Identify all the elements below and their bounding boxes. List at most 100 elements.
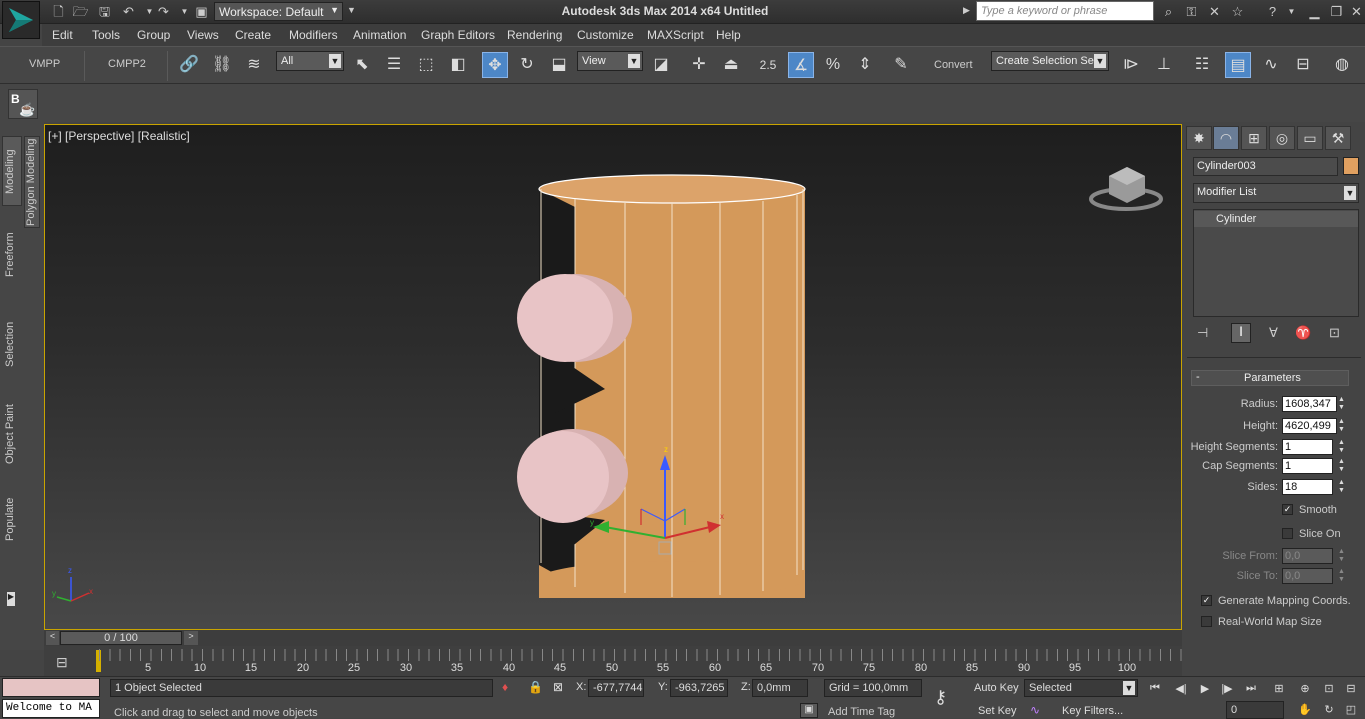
go-to-end-icon[interactable]: ⏭ [1242,682,1260,698]
search-input[interactable]: Type a keyword or phrase [976,1,1154,21]
menu-group[interactable]: Group [137,28,170,42]
help-dropdown-icon[interactable]: ▼ [1283,3,1300,20]
spinner-arrows-icon[interactable]: ▲ ▼ [1338,439,1347,455]
previous-frame-icon[interactable]: < [46,631,59,645]
align-icon[interactable]: ⊥ [1151,52,1177,78]
absolute-mode-icon[interactable]: ⊠ [553,680,563,694]
disc-top[interactable] [517,274,613,362]
set-key-button[interactable]: Set Key [978,705,1017,717]
current-frame-field[interactable]: 0 [1226,701,1284,719]
reference-coordinate-dropdown[interactable]: View ▼ [577,51,643,71]
spinner-arrows-icon[interactable]: ▲ ▼ [1338,458,1347,474]
menu-views[interactable]: Views [187,28,219,42]
convert-button[interactable]: Convert [934,59,973,71]
undo-icon[interactable]: ↶ [120,3,137,20]
menu-tools[interactable]: Tools [92,28,120,42]
select-and-link-icon[interactable]: 🔗 [176,52,202,78]
time-config-icon[interactable]: ⊞ [1270,682,1288,698]
remove-modifier-icon[interactable]: ♈ [1295,325,1311,341]
menu-animation[interactable]: Animation [353,28,406,42]
next-frame-icon[interactable]: > [184,631,198,645]
subscription-icon[interactable]: ⚿ [1183,3,1200,20]
close-icon[interactable]: ✕ [1348,3,1365,20]
object-name-field[interactable]: Cylinder003 [1193,157,1338,176]
minimize-icon[interactable]: ▁ [1306,3,1323,20]
time-tag-icon[interactable]: ▣ [800,703,818,718]
auto-key-button[interactable]: Auto Key [974,682,1019,694]
communication-icon[interactable]: ✕ [1206,3,1223,20]
unlink-selection-icon[interactable]: ⛓ [209,52,235,78]
ribbon-expand-icon[interactable]: ▶ [7,592,15,606]
menu-modifiers[interactable]: Modifiers [289,28,338,42]
key-curve-icon[interactable]: ∿ [1030,703,1040,717]
menu-edit[interactable]: Edit [52,28,73,42]
set-key-mode-icon[interactable]: ⚷ [934,687,947,708]
restore-icon[interactable]: ❐ [1328,3,1345,20]
ribbon-minimize-button[interactable]: B ☕ [8,89,38,119]
add-time-tag-button[interactable]: Add Time Tag [828,706,895,718]
maximize-viewport-icon[interactable]: ◰ [1342,703,1360,719]
redo-list-icon[interactable]: ▼ [176,3,193,20]
cylinder-cap[interactable] [538,174,806,204]
z-coord-field[interactable]: 0,0mm [752,679,808,697]
edit-named-selection-icon[interactable]: ✎ [888,52,914,78]
schematic-view-icon[interactable]: ⊟ [1290,52,1316,78]
parameters-rollout-header[interactable]: - Parameters [1191,370,1349,386]
select-and-move-icon[interactable]: ✥ [482,52,508,78]
binoculars-icon[interactable]: ⌕ [1160,3,1177,20]
create-tab-icon[interactable]: ✸ [1186,126,1212,150]
pan-icon[interactable]: ✋ [1296,703,1314,719]
angle-snap-icon[interactable]: ∡ [788,52,814,78]
menu-rendering[interactable]: Rendering [507,28,562,42]
bind-to-space-warp-icon[interactable]: ≋ [241,52,267,78]
spinner-arrows-icon[interactable]: ▲ ▼ [1338,479,1347,495]
stack-item-cylinder[interactable]: Cylinder [1194,211,1358,227]
height-spinner[interactable]: 4620,499 [1282,418,1337,434]
tab-freeform[interactable]: Freeform [4,227,20,282]
sides-spinner[interactable]: 18 [1282,479,1333,495]
slice-from-spinner[interactable]: 0,0 [1282,548,1333,564]
menu-create[interactable]: Create [235,28,271,42]
maxscript-mini-listener[interactable]: Welcome to MA [2,699,100,718]
display-tab-icon[interactable]: ▭ [1297,126,1323,150]
previous-key-icon[interactable]: ◀| [1172,682,1190,698]
project-folder-icon[interactable]: ▣ [193,3,210,20]
new-file-icon[interactable]: 🗋 [50,3,67,20]
configure-modifier-sets-icon[interactable]: ⊡ [1329,325,1340,341]
pin-stack-icon[interactable]: ⊣ [1197,325,1208,341]
tab-modeling[interactable]: Modeling [4,142,20,202]
zoom-all-icon[interactable]: ⊟ [1342,682,1360,698]
perspective-viewport[interactable]: [+] [Perspective] [Realistic] z x y z x … [44,124,1182,630]
select-object-icon[interactable]: ⬉ [349,52,375,78]
key-filters-button[interactable]: Key Filters... [1062,705,1123,717]
spinner-arrows-icon[interactable]: ▲ ▼ [1338,548,1347,564]
next-key-icon[interactable]: |▶ [1218,682,1236,698]
select-and-rotate-icon[interactable]: ↻ [514,52,540,78]
snaps-toggle-icon[interactable]: 2.5 [755,52,781,78]
spinner-snap-icon[interactable]: ⇕ [852,52,878,78]
material-editor-icon[interactable]: ◍ [1329,52,1355,78]
workspace-dropdown[interactable]: Workspace: Default ▼ [214,2,343,21]
save-file-icon[interactable]: 🖫 [96,3,113,20]
show-end-result-icon[interactable]: Ⅰ [1231,323,1251,343]
object-color-swatch[interactable] [1343,157,1359,175]
keyboard-shortcut-override-icon[interactable]: ⏏ [718,52,744,78]
disc-bottom[interactable] [517,431,609,523]
percent-snap-icon[interactable]: % [820,52,846,78]
cap-segments-spinner[interactable]: 1 [1282,458,1333,474]
named-selection-sets-dropdown[interactable]: Create Selection Se ▼ [991,51,1109,71]
window-crossing-icon[interactable]: ◧ [445,52,471,78]
select-and-manipulate-icon[interactable]: ✛ [686,52,712,78]
mini-curve-editor-icon[interactable]: ⊟ [56,654,68,671]
slice-to-spinner[interactable]: 0,0 [1282,568,1333,584]
isolate-selection-icon[interactable]: ♦ [502,680,508,694]
radius-spinner[interactable]: 1608,347 [1282,396,1337,412]
layer-manager-icon[interactable]: ☷ [1189,52,1215,78]
spinner-arrows-icon[interactable]: ▲ ▼ [1338,396,1347,412]
hierarchy-tab-icon[interactable]: ⊞ [1241,126,1267,150]
zoom-icon[interactable]: ⊕ [1296,682,1314,698]
redo-icon[interactable]: ↷ [155,3,172,20]
curve-editor-icon[interactable]: ∿ [1258,52,1284,78]
tab-populate[interactable]: Populate [4,494,20,544]
motion-tab-icon[interactable]: ◎ [1269,126,1295,150]
